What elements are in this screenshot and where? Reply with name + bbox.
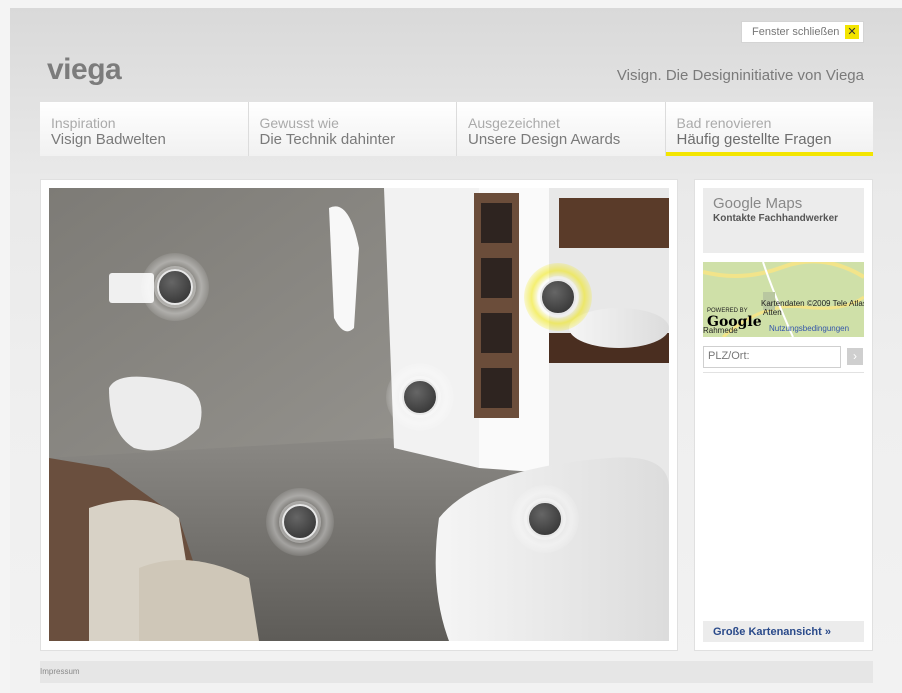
google-maps-header: Google Maps Kontakte Fachhandwerker <box>703 188 864 253</box>
nav-item-awards[interactable]: Ausgezeichnet Unsere Design Awards <box>457 102 666 156</box>
zoom-hotspot-4[interactable] <box>266 488 334 556</box>
bathroom-image <box>49 188 669 641</box>
bathroom-scene <box>49 188 669 641</box>
nav-item-renovieren[interactable]: Bad renovieren Häufig gestellte Fragen <box>665 102 874 156</box>
main-nav: Inspiration Visign Badwelten Gewusst wie… <box>40 102 873 156</box>
zoom-icon <box>157 269 193 305</box>
google-maps-title: Google Maps <box>713 195 803 212</box>
zoom-icon <box>540 279 576 315</box>
nav-item-inspiration[interactable]: Inspiration Visign Badwelten <box>40 102 249 156</box>
nav-item-technik[interactable]: Gewusst wie Die Technik dahinter <box>249 102 457 156</box>
impressum-link[interactable]: Impressum <box>40 667 80 676</box>
nav-item-bottom-label: Visign Badwelten <box>51 131 166 148</box>
zoom-hotspot-3[interactable] <box>386 363 454 431</box>
plz-input[interactable]: PLZ/Ort: <box>703 346 841 368</box>
zoom-icon <box>402 379 438 415</box>
tagline: Visign. Die Designinitiative von Viega <box>616 67 864 84</box>
nav-item-top-label: Gewusst wie <box>259 115 339 131</box>
map-terms-link[interactable]: Nutzungsbedingungen <box>769 324 849 333</box>
nav-item-top-label: Bad renovieren <box>676 115 772 131</box>
zoom-hotspot-1[interactable] <box>141 253 209 321</box>
zoom-hotspot-2[interactable] <box>524 263 592 331</box>
map-copyright: Kartendaten ©2009 Tele Atlas - <box>761 299 864 308</box>
close-window-button[interactable]: Fenster schließen ✕ <box>741 21 864 43</box>
sidebar-divider <box>703 372 864 373</box>
map-place-rahmede: Rahmede <box>703 326 738 335</box>
zoom-hotspot-5[interactable] <box>511 485 579 553</box>
zoom-icon <box>527 501 563 537</box>
footer-bar: Impressum <box>40 661 873 683</box>
large-map-link[interactable]: Große Kartenansicht » <box>703 621 864 642</box>
nav-item-top-label: Inspiration <box>51 115 116 131</box>
map-preview[interactable]: POWERED BY Google Kartendaten ©2009 Tele… <box>703 262 864 337</box>
close-x-icon[interactable]: ✕ <box>845 25 859 39</box>
nav-item-bottom-label: Häufig gestellte Fragen <box>676 131 832 148</box>
arrow-right-icon[interactable]: › <box>847 348 863 365</box>
viega-logo[interactable]: viega <box>47 53 122 87</box>
nav-item-top-label: Ausgezeichnet <box>468 115 560 131</box>
google-maps-subtitle: Kontakte Fachhandwerker <box>713 213 839 224</box>
close-window-label: Fenster schließen <box>752 26 840 38</box>
nav-item-bottom-label: Unsere Design Awards <box>468 131 621 148</box>
nav-item-bottom-label: Die Technik dahinter <box>259 131 396 148</box>
zoom-icon <box>282 504 318 540</box>
map-place-atten: Atten <box>763 308 782 317</box>
